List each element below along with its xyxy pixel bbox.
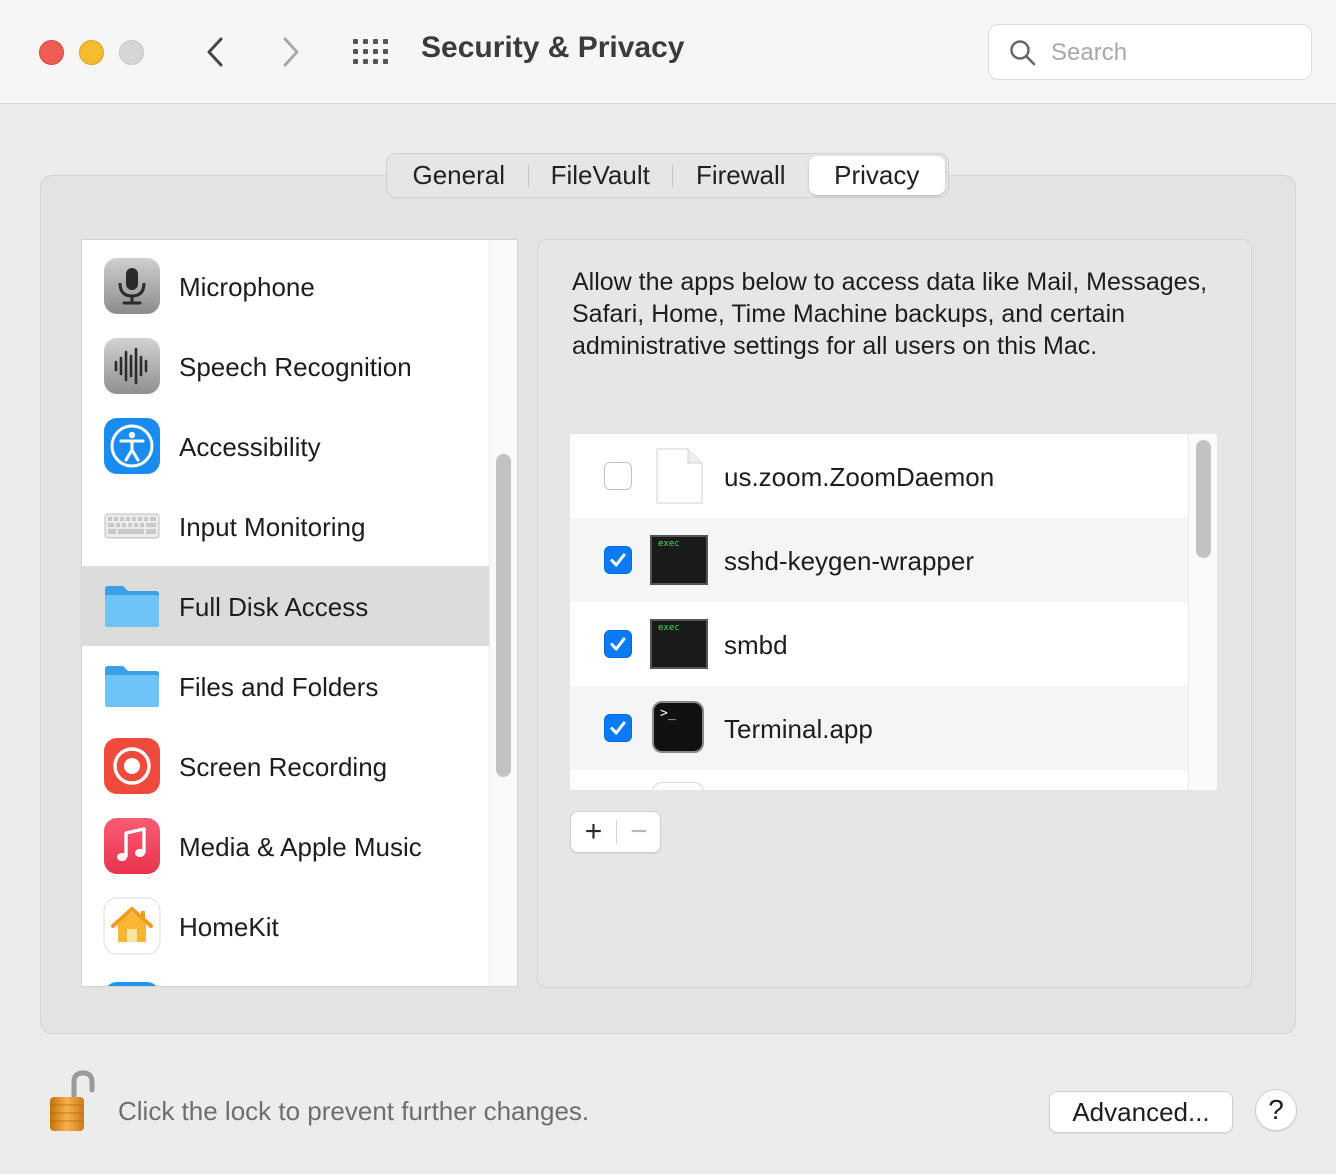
app-checkbox[interactable] (604, 714, 632, 742)
sidebar-item-speech-recognition[interactable]: Speech Recognition (82, 326, 489, 406)
accessibility-icon (104, 418, 160, 474)
sidebar-item-accessibility[interactable]: Accessibility (82, 406, 489, 486)
exec-label: exec (658, 539, 680, 549)
app-list-scrollbar-thumb[interactable] (1196, 440, 1211, 558)
chevron-left-icon (207, 37, 223, 67)
app-row[interactable]: exec smbd (570, 602, 1188, 686)
chevron-right-icon (283, 37, 299, 67)
tab-privacy[interactable]: Privacy (808, 156, 946, 195)
window-title: Security & Privacy (421, 31, 685, 64)
access-description: Allow the apps below to access data like… (572, 268, 1208, 360)
advanced-button[interactable]: Advanced... (1049, 1091, 1233, 1133)
app-row[interactable]: >_ Terminal.app (570, 686, 1188, 770)
zoom-window-button[interactable] (119, 40, 144, 65)
checkmark-icon (610, 637, 626, 651)
checkmark-icon (610, 553, 626, 567)
sidebar-item-label: Files and Folders (179, 672, 379, 702)
exec-label: exec (658, 623, 680, 633)
privacy-category-list: Microphone Speech Recognition Accessibil… (81, 239, 518, 987)
sidebar-item-full-disk-access[interactable]: Full Disk Access (82, 566, 489, 646)
sidebar-item-label: Screen Recording (179, 752, 388, 782)
sidebar-item-label: Accessibility (179, 432, 321, 462)
app-row[interactable]: exec sshd-keygen-wrapper (570, 518, 1188, 602)
grid-icon (353, 39, 388, 64)
search-input[interactable] (1051, 35, 1291, 71)
app-checkbox[interactable] (604, 630, 632, 658)
help-button[interactable]: ? (1255, 1089, 1297, 1131)
sidebar-item-label: Speech Recognition (179, 352, 412, 382)
music-note-icon (104, 818, 160, 874)
microphone-icon (104, 258, 160, 314)
sidebar-item-label: HomeKit (179, 912, 279, 942)
sidebar-item-media-apple-music[interactable]: Media & Apple Music (82, 806, 489, 886)
next-app-icon-partial (652, 782, 704, 790)
folder-icon (105, 666, 159, 707)
sidebar-item-label: Full Disk Access (179, 592, 369, 622)
next-item-icon-partial (104, 982, 160, 986)
sidebar-item-files-and-folders[interactable]: Files and Folders (82, 646, 489, 726)
search-field[interactable] (988, 24, 1312, 80)
checkmark-icon (610, 721, 626, 735)
waveform-icon (104, 338, 160, 394)
add-remove-control: + − (570, 811, 661, 853)
tab-filevault[interactable]: FileVault (529, 156, 672, 195)
tab-bar: General FileVault Firewall Privacy (386, 153, 949, 198)
terminal-prompt: >_ (660, 706, 676, 721)
app-name: sshd-keygen-wrapper (724, 546, 975, 576)
app-checkbox[interactable] (604, 462, 632, 490)
screen-recording-icon (104, 738, 160, 794)
remove-app-button[interactable]: − (617, 812, 661, 852)
app-name: smbd (724, 630, 788, 660)
exec-icon: exec (650, 535, 708, 585)
minimize-window-button[interactable] (79, 40, 104, 65)
lock-icon[interactable] (48, 1070, 100, 1134)
app-checkbox[interactable] (604, 546, 632, 574)
app-name: Terminal.app (724, 714, 873, 744)
close-window-button[interactable] (39, 40, 64, 65)
folder-icon (105, 586, 159, 627)
tab-general[interactable]: General (390, 156, 528, 195)
terminal-icon: >_ (652, 701, 704, 753)
sidebar-item-screen-recording[interactable]: Screen Recording (82, 726, 489, 806)
add-app-button[interactable]: + (571, 812, 616, 852)
title-bar: Security & Privacy (0, 0, 1336, 104)
sidebar-item-homekit[interactable]: HomeKit (82, 886, 489, 966)
blank-document-icon (656, 448, 703, 504)
forward-button[interactable] (266, 28, 316, 76)
sidebar-item-microphone[interactable]: Microphone (82, 246, 489, 326)
keyboard-icon (104, 513, 160, 539)
app-list: us.zoom.ZoomDaemon exec sshd-keygen-wrap… (570, 434, 1217, 790)
show-all-button[interactable] (348, 34, 394, 70)
tab-firewall[interactable]: Firewall (673, 156, 809, 195)
exec-icon: exec (650, 619, 708, 669)
sidebar-item-label: Input Monitoring (179, 512, 366, 542)
magnifying-glass-icon (1010, 40, 1036, 66)
lock-status-text: Click the lock to prevent further change… (118, 1096, 590, 1126)
app-name: us.zoom.ZoomDaemon (724, 462, 995, 492)
app-row[interactable]: us.zoom.ZoomDaemon (570, 434, 1188, 518)
sidebar-item-label: Microphone (179, 272, 315, 302)
sidebar-scrollbar-thumb[interactable] (496, 454, 511, 777)
back-button[interactable] (190, 28, 240, 76)
sidebar-item-label: Media & Apple Music (179, 832, 422, 862)
sidebar-item-input-monitoring[interactable]: Input Monitoring (82, 486, 489, 566)
home-icon (103, 897, 161, 955)
